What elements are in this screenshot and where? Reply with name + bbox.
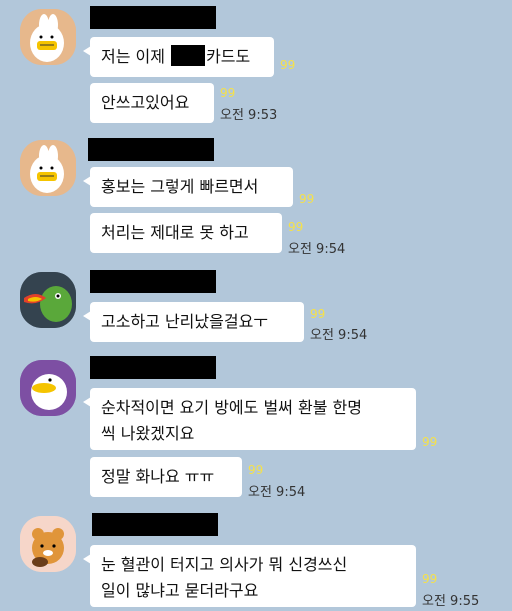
sender-name-redacted: [90, 270, 216, 293]
dragon-avatar-icon: [20, 272, 76, 328]
message-text: 안쓰고있어요: [101, 93, 190, 112]
avatar[interactable]: [20, 360, 76, 416]
sender-name-redacted: [88, 138, 214, 161]
message-time: 오전 9:54: [288, 242, 346, 257]
message-bubble[interactable]: 처리는 제대로 못 하고: [90, 213, 282, 253]
unread-count: 99: [220, 86, 236, 100]
avatar[interactable]: [20, 140, 76, 196]
message-text: 정말 화나요 ㅠㅠ: [101, 467, 215, 486]
muzi-avatar-icon: [20, 140, 76, 196]
duck-avatar-icon: [20, 360, 76, 416]
unread-count: 99: [288, 220, 304, 234]
avatar[interactable]: [20, 9, 76, 65]
unread-count: 99: [422, 435, 438, 449]
message-text: 저는 이제: [101, 47, 171, 66]
sender-name-redacted: [92, 513, 218, 536]
message-time: 오전 9:55: [422, 594, 480, 609]
message-bubble[interactable]: 홍보는 그렇게 빠르면서: [83, 167, 293, 207]
message-time: 오전 9:54: [310, 328, 368, 343]
unread-count: 99: [422, 572, 438, 586]
bear-avatar-icon: [20, 516, 76, 572]
message-bubble[interactable]: 안쓰고있어요: [90, 83, 214, 123]
message-text-line: 순차적이면 요기 방에도 벌써 환불 한명: [101, 398, 362, 417]
message-bubble[interactable]: 순차적이면 요기 방에도 벌써 환불 한명 씩 나왔겠지요: [83, 388, 416, 450]
message-text-line: 눈 혈관이 터지고 의사가 뭐 신경쓰신: [101, 555, 348, 574]
avatar[interactable]: [20, 272, 76, 328]
unread-count: 99: [310, 307, 326, 321]
message-bubble[interactable]: 정말 화나요 ㅠㅠ: [90, 457, 242, 497]
muzi-avatar-icon: [20, 9, 76, 65]
message-bubble[interactable]: 눈 혈관이 터지고 의사가 뭐 신경쓰신 일이 많냐고 묻더라구요: [83, 545, 416, 607]
sender-name-redacted: [90, 6, 216, 29]
unread-count: 99: [248, 463, 264, 477]
message-time: 오전 9:54: [248, 485, 306, 500]
message-text-line: 씩 나왔겠지요: [101, 424, 195, 443]
message-bubble[interactable]: 저는 이제 카드도: [83, 37, 274, 77]
unread-count: 99: [299, 192, 315, 206]
sender-name-redacted: [90, 356, 216, 379]
message-bubble[interactable]: 고소하고 난리났을걸요ㅜ: [83, 302, 304, 342]
message-text: 처리는 제대로 못 하고: [101, 223, 249, 242]
redacted-text-block: [171, 45, 206, 66]
message-text: 고소하고 난리났을걸요ㅜ: [101, 312, 269, 331]
message-text: 홍보는 그렇게 빠르면서: [101, 177, 259, 196]
unread-count: 99: [280, 58, 296, 72]
avatar[interactable]: [20, 516, 76, 572]
message-text: 카드도: [206, 47, 251, 66]
message-time: 오전 9:53: [220, 108, 278, 123]
message-text-line: 일이 많냐고 묻더라구요: [101, 581, 259, 600]
